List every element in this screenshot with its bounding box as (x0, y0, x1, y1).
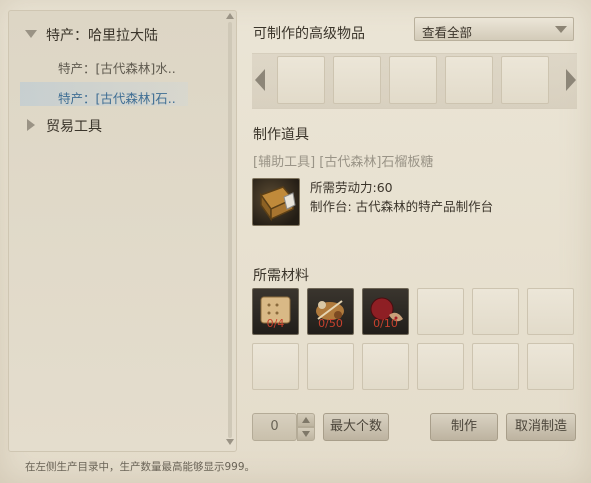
chevron-down-icon (555, 26, 567, 33)
material-count: 0/50 (318, 317, 343, 330)
materials-title: 所需材料 (253, 268, 309, 284)
craft-item-name: [辅助工具] [古代森林]石榴板糖 (253, 155, 434, 170)
material-slot-empty[interactable] (362, 343, 409, 390)
material-count: 0/4 (266, 317, 285, 330)
quantity-increase-button[interactable] (297, 413, 315, 427)
material-count: 0/10 (373, 317, 398, 330)
filter-dropdown[interactable]: 查看全部 (414, 17, 574, 41)
material-slot-empty[interactable] (417, 343, 464, 390)
craftable-slot[interactable] (389, 56, 437, 104)
craftable-slot[interactable] (277, 56, 325, 104)
wooden-crate-icon[interactable] (252, 178, 300, 226)
max-quantity-button[interactable]: 最大个数 (323, 413, 389, 441)
craftable-slot[interactable] (333, 56, 381, 104)
expand-arrow-icon[interactable] (25, 30, 37, 38)
quantity-input[interactable]: 0 (252, 413, 297, 441)
crafting-window: 特产：哈里拉大陆 特产：[古代森林]水.. 特产：[古代森林]石.. 贸易工具 … (0, 0, 591, 483)
material-slot-empty[interactable] (307, 343, 354, 390)
collapse-arrow-icon[interactable] (27, 119, 35, 131)
carousel-prev-icon[interactable] (255, 69, 265, 91)
material-slot-empty[interactable] (527, 288, 574, 335)
craftable-slot[interactable] (445, 56, 493, 104)
filter-dropdown-value: 查看全部 (422, 25, 473, 40)
material-slot[interactable]: 0/10 (362, 288, 409, 335)
tree-item-water[interactable]: 特产：[古代森林]水.. (58, 58, 176, 77)
craftable-title: 可制作的高级物品 (253, 26, 365, 42)
material-slot-empty[interactable] (472, 288, 519, 335)
footer-hint: 在左侧生产目录中，生产数量最高能够显示999。 (25, 461, 256, 473)
scroll-down-icon[interactable] (226, 439, 234, 445)
cancel-craft-button[interactable]: 取消制造 (506, 413, 576, 441)
craft-button[interactable]: 制作 (430, 413, 498, 441)
quantity-decrease-button[interactable] (297, 427, 315, 441)
craftable-slot[interactable] (501, 56, 549, 104)
material-slot-empty[interactable] (417, 288, 464, 335)
tree-category-specialty[interactable]: 特产：哈里拉大陆 (46, 25, 158, 45)
labor-cost: 所需劳动力:60 (310, 180, 393, 195)
tree-category-trade-tools[interactable]: 贸易工具 (46, 116, 102, 136)
material-slot-empty[interactable] (472, 343, 519, 390)
material-slot[interactable]: 0/50 (307, 288, 354, 335)
material-slot[interactable]: 0/4 (252, 288, 299, 335)
material-slot-empty[interactable] (252, 343, 299, 390)
scroll-up-icon[interactable] (226, 13, 234, 19)
craft-item-title: 制作道具 (253, 127, 309, 143)
crafting-station: 制作台: 古代森林的特产品制作台 (310, 199, 494, 214)
material-slot-empty[interactable] (527, 343, 574, 390)
tree-scrollbar[interactable] (228, 22, 232, 438)
carousel-next-icon[interactable] (566, 69, 576, 91)
tree-item-stone[interactable]: 特产：[古代森林]石.. (58, 88, 176, 107)
